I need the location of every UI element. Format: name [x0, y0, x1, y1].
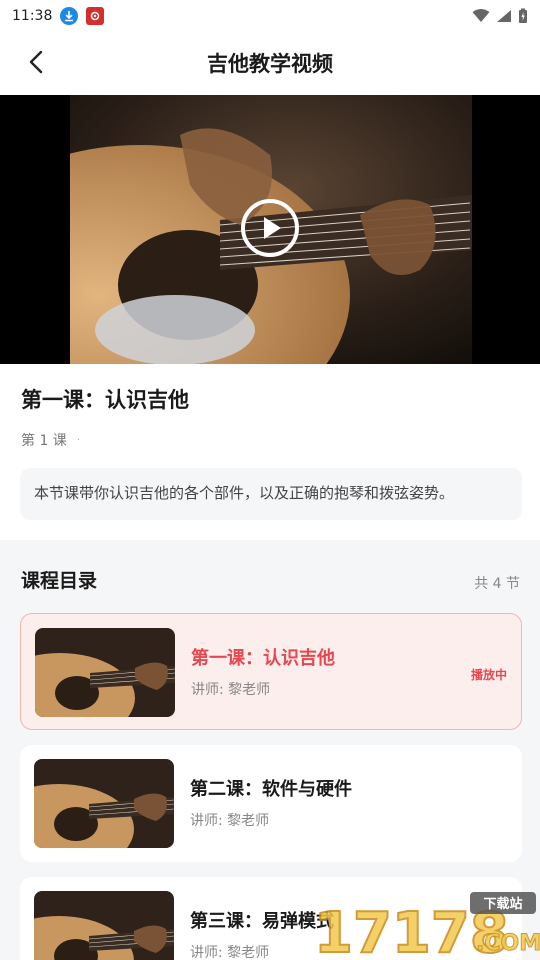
- course-thumbnail: [35, 628, 175, 717]
- lesson-description: 本节课带你认识吉他的各个部件，以及正确的抱琴和拨弦姿势。: [20, 468, 522, 520]
- play-icon: [264, 217, 281, 239]
- wifi-icon: [472, 9, 490, 22]
- status-indicators: [472, 8, 528, 24]
- course-item-2[interactable]: 第二课：软件与硬件 讲师: 黎老师: [20, 745, 522, 862]
- play-button[interactable]: [241, 199, 299, 257]
- course-name: 第一课：认识吉他: [191, 648, 335, 669]
- lesson-info: 第一课：认识吉他 第 1 课 · 本节课带你认识吉他的各个部件，以及正确的抱琴和…: [0, 364, 540, 540]
- course-thumbnail: [34, 759, 174, 848]
- status-bar: 11:38: [0, 0, 540, 32]
- lesson-title: 第一课：认识吉他: [21, 388, 189, 412]
- lesson-number: 第 1 课: [21, 433, 67, 449]
- video-player[interactable]: [0, 95, 540, 364]
- course-teacher: 讲师: 黎老师: [191, 682, 271, 698]
- catalog-count: 共 4 节: [474, 576, 520, 592]
- watermark-logo: 17178 下载站 .COM: [310, 890, 540, 960]
- course-thumbnail: [34, 891, 174, 960]
- battery-icon: [519, 8, 527, 23]
- page-title: 吉他教学视频: [207, 52, 333, 76]
- course-name: 第二课：软件与硬件: [190, 779, 352, 800]
- back-button[interactable]: [18, 44, 54, 80]
- course-teacher: 讲师: 黎老师: [190, 945, 270, 960]
- playing-badge: 播放中: [470, 668, 507, 682]
- download-icon: [60, 7, 79, 25]
- signal-icon: [497, 10, 511, 22]
- chevron-left-icon: [29, 50, 43, 74]
- app-header: 吉他教学视频: [0, 32, 540, 94]
- lesson-meta: 第 1 课 ·: [21, 430, 80, 450]
- meta-separator: ·: [76, 434, 80, 446]
- watermark-suffix: .COM: [476, 931, 540, 956]
- app-badge-icon: [86, 7, 105, 25]
- catalog-title: 课程目录: [21, 570, 98, 592]
- course-item-1[interactable]: 第一课：认识吉他 讲师: 黎老师 播放中: [20, 613, 522, 730]
- status-time: 11:38: [12, 8, 53, 24]
- course-teacher: 讲师: 黎老师: [190, 813, 270, 829]
- watermark-tag: 下载站: [483, 896, 522, 912]
